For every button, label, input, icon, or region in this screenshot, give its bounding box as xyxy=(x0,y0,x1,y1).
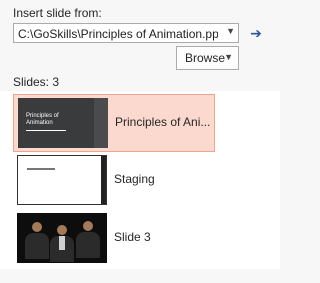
slide-thumbnail-2 xyxy=(17,155,107,205)
person-icon xyxy=(32,222,42,232)
shirt-shape xyxy=(59,236,65,250)
browse-button[interactable]: Browse ▼ xyxy=(176,46,239,70)
slide-item-2[interactable]: Staging xyxy=(13,152,215,210)
person-body xyxy=(25,233,49,259)
file-path-value[interactable]: C:\GoSkills\Principles of Animation.ppt xyxy=(18,27,218,41)
scrollbar[interactable] xyxy=(267,91,280,269)
thumbnail-title: Principles of Animation xyxy=(26,113,59,126)
person-icon xyxy=(57,225,67,235)
thumbnail-text-line xyxy=(27,168,55,170)
browse-label: Browse xyxy=(185,51,226,65)
person-body xyxy=(76,232,100,258)
thumbnail-divider xyxy=(26,130,66,131)
slide-name-1: Principles of Ani... xyxy=(115,115,211,129)
slide-thumbnail-1: Principles of Animation xyxy=(18,98,108,148)
slide-name-2: Staging xyxy=(114,172,155,186)
thumbnail-side-panel xyxy=(94,98,108,148)
chevron-down-icon[interactable]: ▼ xyxy=(224,52,233,62)
slide-item-1[interactable]: Principles of Animation Principles of An… xyxy=(13,94,215,152)
thumbnail-side-bar xyxy=(101,156,106,204)
slide-name-3: Slide 3 xyxy=(114,230,151,244)
chevron-down-icon[interactable]: ▼ xyxy=(226,26,235,36)
person-icon xyxy=(83,221,93,231)
slides-count-label: Slides: 3 xyxy=(13,75,60,89)
slide-thumbnail-3 xyxy=(17,213,107,263)
insert-slide-label: Insert slide from: xyxy=(13,6,102,20)
slides-list: Principles of Animation Principles of An… xyxy=(0,91,280,269)
file-path-combobox[interactable]: C:\GoSkills\Principles of Animation.ppt … xyxy=(13,23,239,43)
arrow-right-icon[interactable]: ➔ xyxy=(247,24,265,42)
slide-item-3[interactable]: Slide 3 xyxy=(13,210,215,268)
